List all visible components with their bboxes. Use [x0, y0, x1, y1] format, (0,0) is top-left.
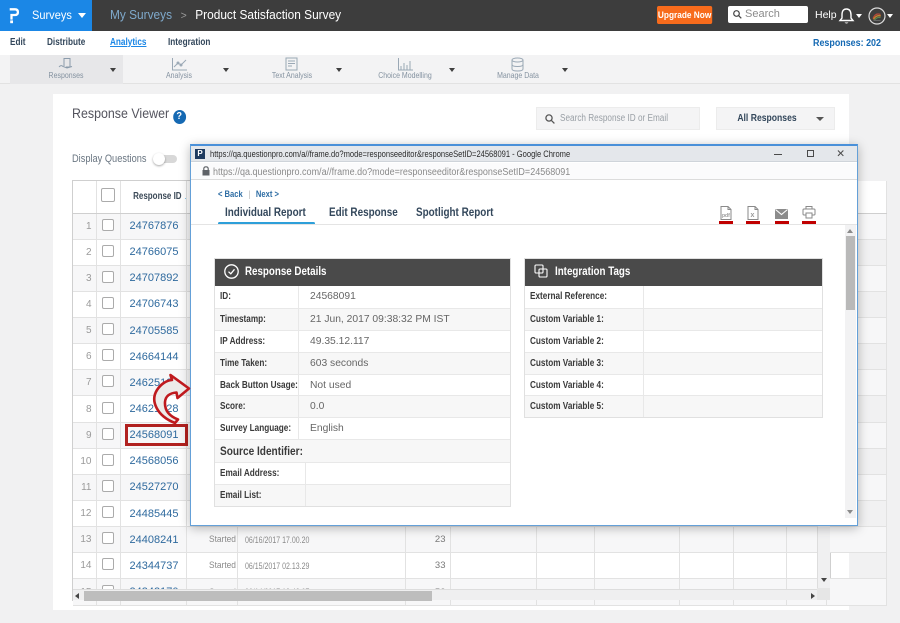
svg-text:x: x — [751, 212, 755, 219]
svg-text:pdf: pdf — [722, 213, 730, 219]
